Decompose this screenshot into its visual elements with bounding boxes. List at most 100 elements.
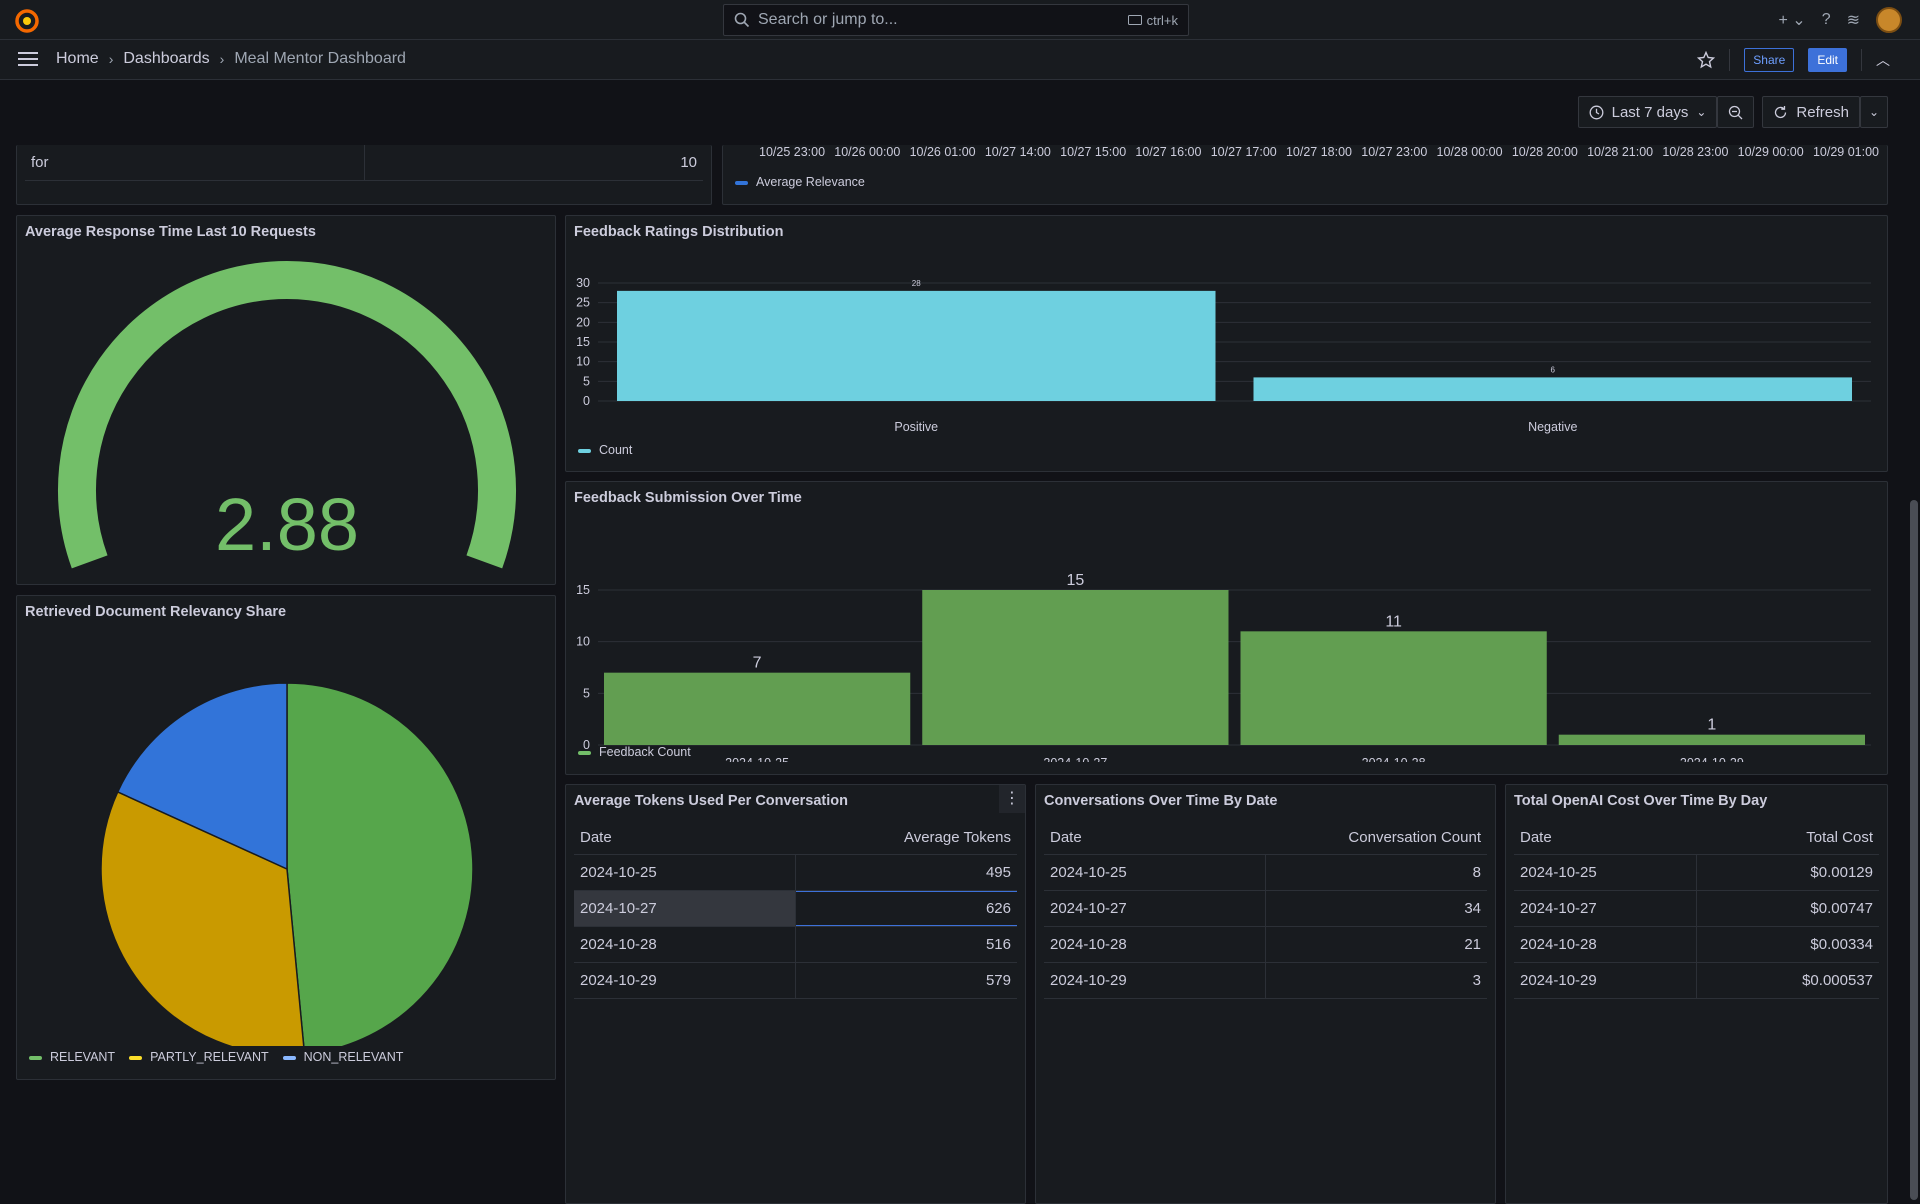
zoom-out-icon xyxy=(1729,105,1743,119)
table-header-row: Date Conversation Count xyxy=(1044,821,1487,855)
bar[interactable] xyxy=(604,672,911,745)
time-range-picker[interactable]: Last 7 days ⌄ xyxy=(1577,96,1718,128)
breadcrumb-dashboards[interactable]: Dashboards xyxy=(123,50,209,68)
legend: Feedback Count xyxy=(578,745,691,759)
bar[interactable] xyxy=(1240,631,1547,745)
legend: Count xyxy=(578,443,632,457)
panel-menu-icon[interactable]: ⋮ xyxy=(999,785,1025,813)
refresh-interval-dropdown[interactable]: ⌄ xyxy=(1859,96,1888,128)
column-header[interactable]: Date xyxy=(574,821,796,854)
table-cell[interactable]: 2024-10-25 xyxy=(1044,855,1266,890)
bar[interactable] xyxy=(617,290,1216,401)
x-tick-label: 10/29 01:00 xyxy=(1812,145,1879,159)
x-tick-label: 2024-10-25 xyxy=(725,756,789,762)
scrollbar[interactable] xyxy=(1908,80,1920,1200)
legend-item[interactable]: NON_RELEVANT xyxy=(282,1050,403,1064)
relevancy-pie-chart xyxy=(100,682,474,1046)
table-cell[interactable]: 3 xyxy=(1266,972,1487,989)
x-tick-label: 10/27 23:00 xyxy=(1361,145,1428,159)
table-cell[interactable]: 2024-10-25 xyxy=(574,855,796,890)
tokens-table: Date Average Tokens 2024-10-25 495 2024-10-2… xyxy=(574,821,1017,999)
scrollbar-thumb[interactable] xyxy=(1910,500,1918,1200)
grafana-logo-icon[interactable] xyxy=(14,8,40,34)
x-tick-label: 10/27 17:00 xyxy=(1210,145,1277,159)
legend-item[interactable]: Average Relevance xyxy=(735,175,865,189)
legend: RELEVANT PARTLY_RELEVANT NON_RELEVANT xyxy=(29,1050,403,1064)
legend-item[interactable]: Count xyxy=(578,443,632,457)
bar-value-label: 11 xyxy=(1385,613,1402,630)
bar[interactable] xyxy=(922,590,1229,745)
collapse-icon[interactable]: ︿ xyxy=(1876,50,1890,70)
bar[interactable] xyxy=(1253,377,1853,401)
x-tick-label: 10/26 01:00 xyxy=(909,145,976,159)
table-row: 2024-10-27 34 xyxy=(1044,891,1487,927)
panel-title: Average Response Time Last 10 Requests xyxy=(25,224,316,240)
panel-title: Feedback Submission Over Time xyxy=(574,490,802,506)
add-new-icon[interactable]: + ⌄ xyxy=(1778,10,1805,30)
table-cell[interactable]: 34 xyxy=(1266,900,1487,917)
cost-table-panel: Total OpenAI Cost Over Time By Day Date T… xyxy=(1505,784,1888,1204)
table-row: 2024-10-29 $0.000537 xyxy=(1514,963,1879,999)
table-row: 2024-10-29 3 xyxy=(1044,963,1487,999)
refresh-icon xyxy=(1775,105,1787,118)
table-cell[interactable]: 2024-10-28 xyxy=(1514,927,1697,962)
column-header[interactable]: Average Tokens xyxy=(796,829,1018,846)
x-tick-label: 10/29 00:00 xyxy=(1737,145,1804,159)
legend-item[interactable]: PARTLY_RELEVANT xyxy=(129,1050,269,1064)
help-icon[interactable]: ? xyxy=(1822,11,1831,29)
menu-icon[interactable] xyxy=(18,52,38,68)
table-cell[interactable]: 2024-10-27 xyxy=(1044,891,1266,926)
column-header[interactable]: Date xyxy=(1044,821,1266,854)
bar-value-label: 1 xyxy=(1707,717,1716,734)
legend-item[interactable]: RELEVANT xyxy=(29,1050,115,1064)
table-cell[interactable]: 8 xyxy=(1266,864,1487,881)
table-cell[interactable]: 2024-10-29 xyxy=(574,963,796,998)
bar-value-label: 7 xyxy=(753,655,762,672)
search-shortcut: ctrl+k xyxy=(1127,13,1178,28)
table-cell[interactable]: 495 xyxy=(796,864,1017,881)
time-toolbar: Last 7 days ⌄ Refresh ⌄ xyxy=(1577,96,1888,128)
column-header[interactable]: Conversation Count xyxy=(1266,829,1488,846)
x-tick-label: 10/28 20:00 xyxy=(1511,145,1578,159)
table-cell[interactable]: $0.000537 xyxy=(1697,972,1879,989)
table-cell[interactable]: 2024-10-29 xyxy=(1044,963,1266,998)
table-cell[interactable]: 516 xyxy=(796,936,1017,953)
user-avatar[interactable] xyxy=(1876,7,1902,33)
x-tick-label: 2024-10-29 xyxy=(1680,756,1744,762)
feedback-ratings-chart: 30 25 20 15 10 5 0 28 Positive 6 Negative xyxy=(576,276,1871,434)
panel-title: Conversations Over Time By Date xyxy=(1044,793,1278,809)
x-tick-label: 10/25 23:00 xyxy=(759,145,826,159)
feedback-submission-chart: 15105072024-10-25152024-10-27112024-10-2… xyxy=(576,572,1871,762)
table-cell[interactable]: 579 xyxy=(796,972,1017,989)
chevron-down-icon: ⌄ xyxy=(1696,105,1707,119)
table-cell[interactable]: 21 xyxy=(1266,936,1487,953)
table-cell[interactable]: 2024-10-27 xyxy=(574,891,796,926)
time-range-label: Last 7 days xyxy=(1611,103,1689,121)
y-tick-label: 0 xyxy=(583,394,590,408)
column-header[interactable]: Date xyxy=(1514,821,1697,854)
table-cell[interactable]: 2024-10-27 xyxy=(1514,891,1697,926)
table-row: 2024-10-25 495 xyxy=(574,855,1017,891)
star-icon[interactable] xyxy=(1697,51,1716,69)
legend-item[interactable]: Feedback Count xyxy=(578,745,691,759)
x-tick-label: Negative xyxy=(1528,420,1577,434)
table-cell[interactable]: 2024-10-25 xyxy=(1514,855,1697,890)
edit-button[interactable]: Edit xyxy=(1808,48,1847,72)
table-cell[interactable]: 2024-10-29 xyxy=(1514,963,1697,998)
bar[interactable] xyxy=(1558,734,1865,745)
table-cell[interactable]: $0.00747 xyxy=(1697,900,1879,917)
search-input[interactable]: Search or jump to... ctrl+k xyxy=(723,4,1189,36)
table-cell[interactable]: $0.00129 xyxy=(1697,864,1879,881)
news-feed-icon[interactable]: ≋ xyxy=(1847,10,1860,30)
zoom-out-button[interactable] xyxy=(1717,96,1755,128)
table-cell[interactable]: 626 xyxy=(796,891,1017,926)
refresh-button[interactable]: Refresh xyxy=(1762,96,1860,128)
table-cell[interactable]: $0.00334 xyxy=(1697,936,1879,953)
chevron-right-icon: › xyxy=(219,51,225,67)
table-cell[interactable]: 2024-10-28 xyxy=(1044,927,1266,962)
table-cell[interactable]: 2024-10-28 xyxy=(574,927,796,962)
share-button[interactable]: Share xyxy=(1744,48,1795,72)
pie-slice[interactable] xyxy=(286,682,474,1046)
breadcrumb-home[interactable]: Home xyxy=(56,50,99,68)
column-header[interactable]: Total Cost xyxy=(1697,829,1880,846)
